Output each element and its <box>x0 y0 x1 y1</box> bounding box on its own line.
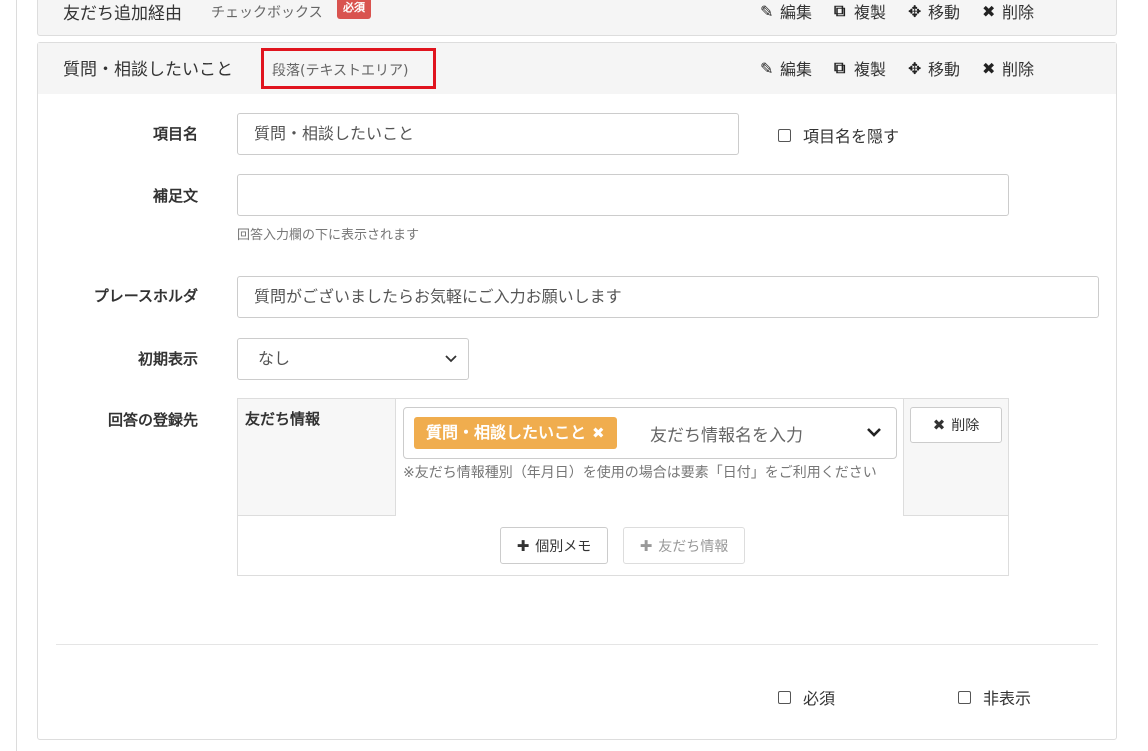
close-icon: ✖ <box>982 58 996 78</box>
item-type-highlight: 段落(テキストエリア) <box>261 48 436 89</box>
previous-form-item: 友だち追加経由 チェックボックス 必須 ✎ 編集 ⧉ 複製 ✥ 移動 ✖ 削除 <box>37 0 1117 36</box>
delete-label: 削除 <box>1002 60 1035 79</box>
chevron-down-icon <box>445 355 457 363</box>
initial-display-label: 初期表示 <box>137 350 198 368</box>
required-checkbox[interactable]: 必須 <box>778 685 835 709</box>
panel-header: 質問・相談したいこと 段落(テキストエリア) ✎ 編集 ⧉ 複製 ✥ 移動 ✖ 削除 <box>38 43 1116 94</box>
supplement-input[interactable] <box>237 174 1009 216</box>
checkbox-box <box>778 690 791 704</box>
duplicate-button[interactable]: ⧉ 複製 <box>834 56 886 80</box>
duplicate-label: 複製 <box>854 3 887 22</box>
move-label: 移動 <box>928 3 961 22</box>
initial-display-select[interactable]: なし <box>237 338 469 380</box>
column-divider <box>395 399 396 516</box>
delete-button[interactable]: ✖ 削除 <box>982 56 1034 80</box>
form-item-panel: 質問・相談したいこと 段落(テキストエリア) ✎ 編集 ⧉ 複製 ✥ 移動 ✖ 削除 項… <box>37 42 1117 740</box>
delete-label: 削除 <box>1002 3 1035 22</box>
tag-input-placeholder: 友だち情報名を入力 <box>650 426 803 446</box>
pencil-icon: ✎ <box>760 58 774 78</box>
footer-divider <box>56 644 1098 645</box>
item-name-input[interactable]: 質問・相談したいこと <box>237 113 739 155</box>
hide-item-name-checkbox[interactable]: 項目名を隠す <box>778 123 899 147</box>
friend-info-tag-input[interactable]: 質問・相談したいこと ✖ 友だち情報名を入力 <box>403 407 897 459</box>
pencil-icon: ✎ <box>760 1 774 21</box>
destination-delete-label: 削除 <box>951 418 980 434</box>
destination-row-label: 友だち情報 <box>245 410 321 428</box>
destination-row: 友だち情報 質問・相談したいこと ✖ 友だち情報名を入力 ※友だち情報種別（年月日… <box>238 399 1008 516</box>
move-label: 移動 <box>928 60 961 79</box>
close-icon: ✖ <box>932 416 946 434</box>
item-actions: ✎ 編集 ⧉ 複製 ✥ 移動 ✖ 削除 <box>760 56 1056 80</box>
remove-tag-icon[interactable]: ✖ <box>592 424 605 442</box>
item-name-label: 項目名 <box>152 125 198 143</box>
move-icon: ✥ <box>908 1 922 21</box>
edit-label: 編集 <box>780 3 813 22</box>
add-memo-label: 個別メモ <box>535 538 592 555</box>
previous-item-type: チェックボックス <box>211 5 323 21</box>
destination-delete-button[interactable]: ✖ 削除 <box>910 407 1002 443</box>
initial-display-value: なし <box>258 349 291 368</box>
item-title: 質問・相談したいこと <box>63 60 233 80</box>
item-type: 段落(テキストエリア) <box>272 63 409 79</box>
chevron-down-icon <box>867 428 881 437</box>
edit-label: 編集 <box>780 60 813 79</box>
delete-button[interactable]: ✖ 削除 <box>982 0 1034 23</box>
required-badge: 必須 <box>337 0 371 19</box>
move-button[interactable]: ✥ 移動 <box>908 0 960 23</box>
checkbox-box <box>958 690 971 704</box>
destination-label: 回答の登録先 <box>107 411 198 429</box>
selected-tag: 質問・相談したいこと ✖ <box>414 417 617 449</box>
duplicate-button[interactable]: ⧉ 複製 <box>834 0 886 23</box>
destination-table: 友だち情報 質問・相談したいこと ✖ 友だち情報名を入力 ※友だち情報種別（年月日… <box>237 398 1009 576</box>
edit-button[interactable]: ✎ 編集 <box>760 56 812 80</box>
hide-item-name-label: 項目名を隠す <box>803 127 900 146</box>
copy-icon: ⧉ <box>834 1 846 20</box>
page-left-border <box>16 0 17 751</box>
move-icon: ✥ <box>908 58 922 78</box>
destination-note: ※友だち情報種別（年月日）を使用の場合は要素「日付」をご利用ください <box>403 465 877 481</box>
placeholder-label: プレースホルダ <box>93 287 198 305</box>
checkbox-box <box>778 128 791 142</box>
supplement-label: 補足文 <box>152 187 198 205</box>
placeholder-input[interactable]: 質問がございましたらお気軽にご入力お願いします <box>237 276 1099 318</box>
tag-label: 質問・相談したいこと <box>426 423 587 442</box>
duplicate-label: 複製 <box>854 60 887 79</box>
destination-cell: 質問・相談したいこと ✖ 友だち情報名を入力 ※友だち情報種別（年月日）を使用の場… <box>395 399 903 516</box>
hidden-label: 非表示 <box>983 689 1032 708</box>
required-label: 必須 <box>803 689 836 708</box>
copy-icon: ⧉ <box>834 58 846 77</box>
move-button[interactable]: ✥ 移動 <box>908 56 960 80</box>
previous-item-title: 友だち追加経由 <box>63 4 182 24</box>
plus-icon: ✚ <box>639 536 653 555</box>
hidden-checkbox[interactable]: 非表示 <box>958 685 1031 709</box>
plus-icon: ✚ <box>516 536 530 555</box>
add-friend-info-label: 友だち情報 <box>658 538 729 555</box>
edit-button[interactable]: ✎ 編集 <box>760 0 812 23</box>
close-icon: ✖ <box>982 1 996 21</box>
add-memo-button[interactable]: ✚ 個別メモ <box>500 527 608 564</box>
supplement-help: 回答入力欄の下に表示されます <box>237 228 420 243</box>
column-divider <box>903 399 904 516</box>
add-friend-info-button[interactable]: ✚ 友だち情報 <box>623 527 745 564</box>
previous-item-actions: ✎ 編集 ⧉ 複製 ✥ 移動 ✖ 削除 <box>760 0 1056 23</box>
